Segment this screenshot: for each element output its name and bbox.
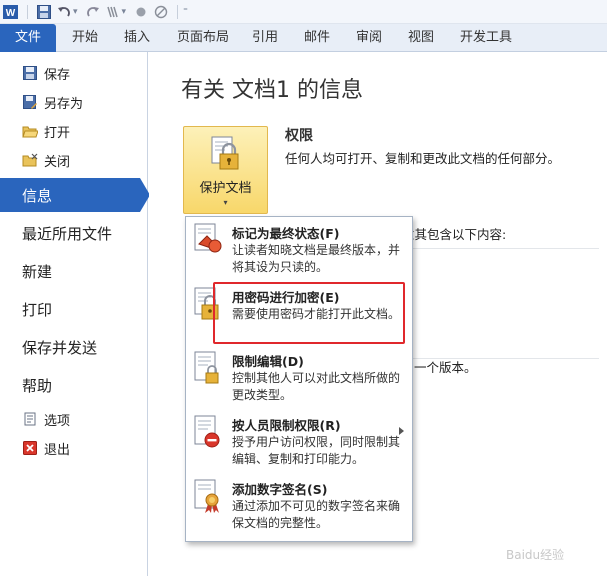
save-icon: [22, 65, 38, 81]
save-icon[interactable]: [36, 4, 52, 20]
page-title: 有关 文档1 的信息: [181, 78, 363, 103]
protect-document-icon: [211, 136, 238, 170]
menu-item-digital-signature[interactable]: 添加数字签名(S) 通过添加不可见的数字签名来确保文档的完整性。: [186, 473, 412, 539]
inspect-document-text: 意其包含以下内容:: [402, 227, 507, 242]
menu-item-description: 让读者知晓文档是最终版本，并将其设为只读的。: [232, 243, 401, 274]
undo-icon[interactable]: [56, 4, 72, 20]
nav-recent[interactable]: 最近所用文件: [0, 216, 148, 250]
tab-home[interactable]: 开始: [72, 24, 98, 52]
nav-save-label: 保存: [44, 67, 71, 83]
menu-item-description: 授予用户访问权限，同时限制其编辑、复制和打印能力。: [232, 435, 401, 466]
mark-final-icon: [194, 223, 222, 253]
nav-info[interactable]: 信息: [0, 178, 150, 212]
toolbar-divider: [177, 4, 179, 19]
permissions-title: 权限: [285, 128, 313, 144]
no-entry-icon[interactable]: [153, 4, 169, 20]
options-icon: [22, 411, 38, 427]
nav-close[interactable]: 关闭: [0, 147, 148, 173]
nav-open[interactable]: 打开: [0, 118, 148, 144]
customize-icon[interactable]: ⁼: [183, 7, 188, 17]
word-logo-icon[interactable]: W: [3, 4, 19, 20]
format-painter-icon[interactable]: [105, 4, 121, 20]
tab-view[interactable]: 视图: [408, 24, 434, 52]
save-as-icon: [22, 94, 38, 110]
watermark: Baidu经验: [506, 548, 565, 562]
toolbar-divider: [27, 4, 28, 19]
chevron-down-icon: ▾: [223, 198, 228, 207]
protect-document-button[interactable]: 保护文档 ▾: [183, 126, 268, 214]
tab-references[interactable]: 引用: [252, 24, 278, 52]
menu-item-title: 标记为最终状态(F): [232, 226, 340, 241]
nav-save-as[interactable]: 另存为: [0, 89, 148, 115]
tab-page-layout[interactable]: 页面布局: [177, 24, 229, 52]
menu-item-title: 限制编辑(D): [232, 354, 304, 369]
redo-icon[interactable]: [85, 4, 101, 20]
tab-insert[interactable]: 插入: [124, 24, 150, 52]
menu-item-restrict-permission[interactable]: 按人员限制权限(R) 授予用户访问权限，同时限制其编辑、复制和打印能力。: [186, 409, 412, 473]
tab-developer[interactable]: 开发工具: [460, 24, 512, 52]
format-dropdown-icon[interactable]: ▾: [122, 7, 127, 17]
nav-new[interactable]: 新建: [0, 254, 148, 288]
protect-document-label: 保护文档: [199, 181, 252, 196]
menu-item-description: 通过添加不可见的数字签名来确保文档的完整性。: [232, 499, 401, 530]
nav-exit-label: 退出: [44, 442, 71, 458]
submenu-arrow-icon: [399, 427, 404, 435]
tab-mailings[interactable]: 邮件: [304, 24, 330, 52]
svg-text:W: W: [6, 8, 16, 19]
menu-item-title: 添加数字签名(S): [232, 482, 328, 497]
menu-item-description: 控制其他人可以对此文档所做的更改类型。: [232, 371, 401, 402]
tab-review[interactable]: 审阅: [356, 24, 382, 52]
menu-item-title: 按人员限制权限(R): [232, 418, 341, 433]
protect-document-menu: 标记为最终状态(F) 让读者知晓文档是最终版本，并将其设为只读的。 用密码进行加…: [185, 216, 413, 542]
circle-icon[interactable]: [133, 4, 149, 20]
nav-info-label: 信息: [22, 186, 53, 205]
nav-print[interactable]: 打印: [0, 292, 148, 326]
tab-file[interactable]: 文件: [0, 24, 56, 52]
nav-options[interactable]: 选项: [0, 406, 148, 432]
nav-help[interactable]: 帮助: [0, 368, 148, 402]
close-folder-icon: [22, 152, 38, 168]
quick-access-toolbar: W ▾ ▾ ⁼: [0, 0, 607, 24]
exit-icon: [22, 440, 38, 456]
digital-signature-icon: [194, 479, 219, 513]
permissions-description: 任何人均可打开、复制和更改此文档的任何部分。: [285, 151, 561, 166]
nav-exit[interactable]: 退出: [0, 435, 148, 461]
backstage-nav: 保存 另存为 打开 关闭 信息 最近所用文件 新建 打印 保存并发送 帮助 选项: [0, 52, 150, 576]
open-folder-icon: [22, 123, 38, 139]
undo-dropdown-icon[interactable]: ▾: [73, 7, 78, 17]
nav-options-label: 选项: [44, 413, 71, 429]
menu-item-restrict-editing[interactable]: 限制编辑(D) 控制其他人可以对此文档所做的更改类型。: [186, 345, 412, 409]
nav-open-label: 打开: [44, 125, 71, 141]
menu-item-mark-final[interactable]: 标记为最终状态(F) 让读者知晓文档是最终版本，并将其设为只读的。: [186, 217, 412, 281]
highlight-box: [213, 282, 405, 344]
nav-save[interactable]: 保存: [0, 60, 148, 86]
restrict-permission-icon: [194, 415, 220, 448]
nav-save-as-label: 另存为: [44, 96, 84, 112]
nav-save-send[interactable]: 保存并发送: [0, 330, 148, 364]
versions-text: 一个版本。: [414, 360, 477, 375]
nav-close-label: 关闭: [44, 154, 71, 170]
restrict-editing-icon: [194, 351, 219, 384]
ribbon-tabs: 文件 开始 插入 页面布局 引用 邮件 审阅 视图 开发工具: [0, 24, 607, 52]
